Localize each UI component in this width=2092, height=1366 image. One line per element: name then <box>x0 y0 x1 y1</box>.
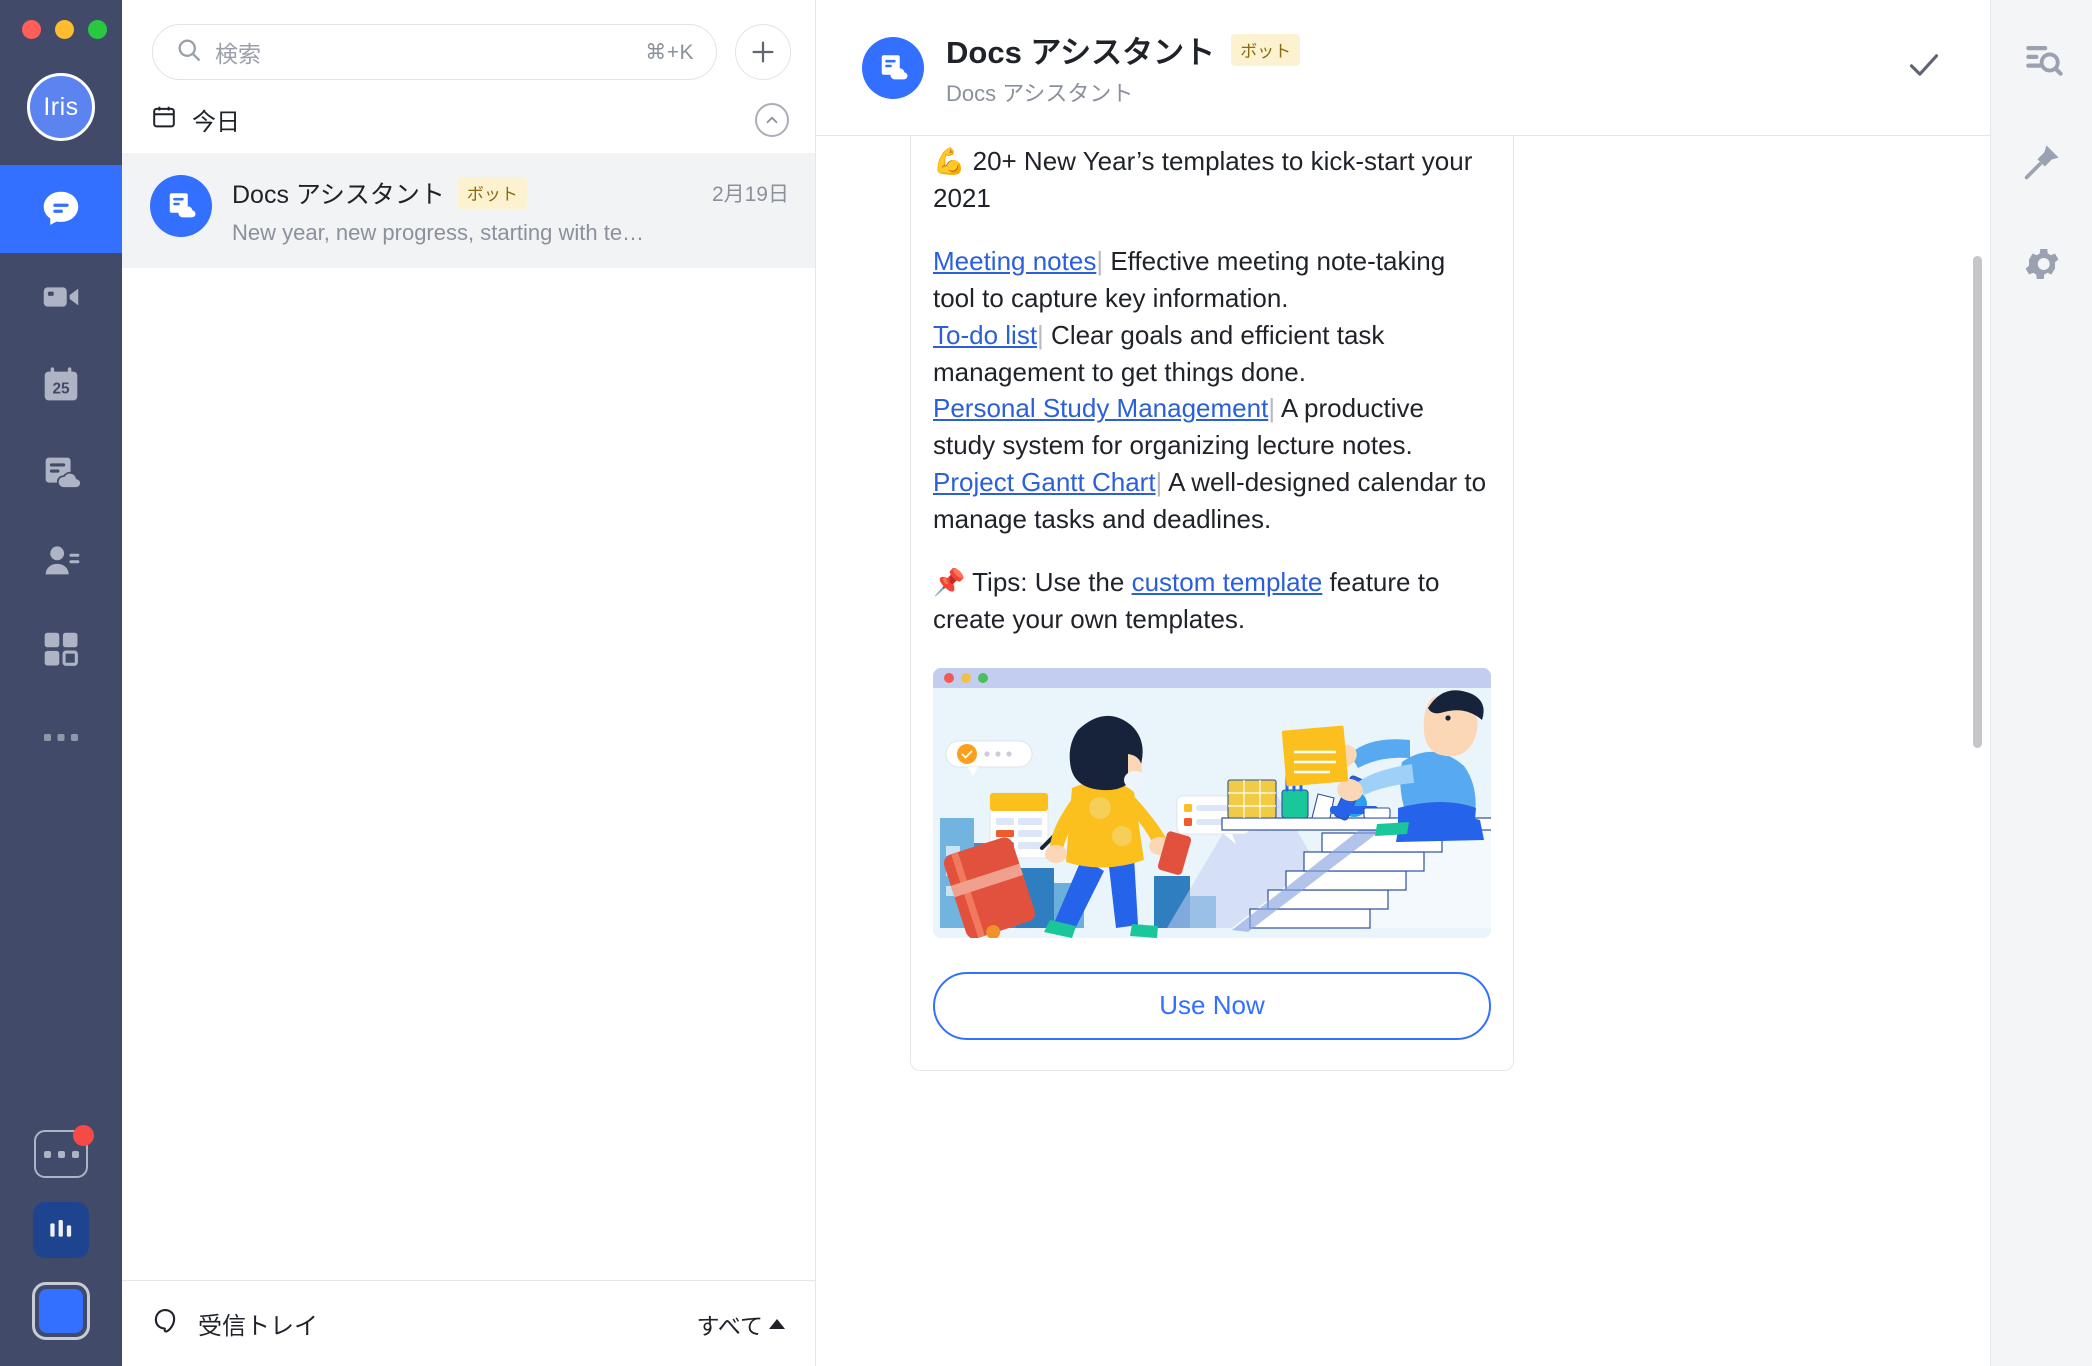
link-personal-study-management[interactable]: Personal Study Management <box>933 393 1268 423</box>
conversation-list-panel: 検索 ⌘+K 今日 Docs アシスタント ボット 2月19日 New year… <box>122 0 816 1366</box>
avatar[interactable]: Iris <box>27 73 95 141</box>
left-rail: Iris 25 <box>0 0 122 1366</box>
avatar[interactable] <box>862 36 924 99</box>
message-scroll-area[interactable]: 💪 20+ New Year’s templates to kick-start… <box>816 136 1990 1366</box>
sidebar-item-workplace[interactable] <box>0 605 122 693</box>
link-project-gantt-chart[interactable]: Project Gantt Chart <box>933 467 1156 497</box>
window-traffic-lights <box>0 0 122 39</box>
message-body: 💪 20+ New Year’s templates to kick-start… <box>933 136 1491 638</box>
separator-0: | <box>1096 245 1104 276</box>
link-meeting-notes[interactable]: Meeting notes <box>933 246 1096 276</box>
inbox-label: 受信トレイ <box>198 1313 318 1340</box>
sidebar-item-video[interactable] <box>0 253 122 341</box>
docs-cloud-icon <box>38 450 84 496</box>
gear-icon[interactable] <box>2012 234 2072 294</box>
app-window: Iris 25 検索 ⌘+K 今日 Docs アシスタント ボット 2月19日 … <box>0 0 2092 1366</box>
template-list: Meeting notes| Effective meeting note-ta… <box>933 243 1491 538</box>
search-shortcut: ⌘+K <box>645 40 694 64</box>
chat-icon <box>38 186 84 232</box>
sidebar-item-contacts[interactable] <box>0 517 122 605</box>
chat-header: Docs アシスタント ボット Docs アシスタント <box>816 0 1990 136</box>
status-badge: ボット <box>1231 33 1301 66</box>
search-in-chat-icon[interactable] <box>2012 30 2072 90</box>
collapse-section-button[interactable] <box>755 102 789 137</box>
avatar-initials: Iris <box>27 73 95 141</box>
maximize-window-button[interactable] <box>88 20 107 39</box>
separator-1: | <box>1037 319 1044 350</box>
sidebar-item-docs[interactable] <box>0 429 122 517</box>
search-input[interactable]: 検索 ⌘+K <box>152 24 717 80</box>
list-item-date: 2月19日 <box>711 183 789 206</box>
more-apps-icon[interactable] <box>34 1125 94 1178</box>
scrollbar-thumb[interactable] <box>1973 256 1982 748</box>
sidebar-item-chat[interactable] <box>0 165 122 253</box>
message-card: 💪 20+ New Year’s templates to kick-start… <box>910 136 1514 1071</box>
link-todo-list[interactable]: To-do list <box>933 320 1037 350</box>
list-item-body: Docs アシスタント ボット 2月19日 New year, new prog… <box>232 175 789 246</box>
list-item[interactable]: Docs アシスタント ボット 2月19日 New year, new prog… <box>122 153 815 268</box>
apps-grid-icon <box>38 626 84 672</box>
headline-text: 20+ New Year’s templates to kick-start y… <box>933 146 1473 213</box>
svg-text:25: 25 <box>52 380 70 397</box>
caret-up-icon <box>769 1318 785 1329</box>
rail-nav: 25 <box>0 165 122 781</box>
link-custom-template[interactable]: custom template <box>1132 567 1323 597</box>
calendar-icon: 25 <box>38 362 84 408</box>
video-icon <box>38 274 84 320</box>
more-dots-icon <box>38 727 84 747</box>
list-item-title: Docs アシスタント <box>232 181 445 209</box>
today-section-header: 今日 <box>122 80 815 153</box>
inbox-icon <box>150 1306 180 1341</box>
message-headline: 💪 20+ New Year’s templates to kick-start… <box>933 143 1491 217</box>
check-icon[interactable] <box>1904 45 1944 90</box>
list-item-top: Docs アシスタント ボット 2月19日 <box>232 175 789 211</box>
chat-header-actions <box>1904 45 1944 90</box>
use-now-button[interactable]: Use Now <box>933 971 1491 1040</box>
new-chat-button[interactable] <box>735 24 791 80</box>
promo-illustration <box>933 667 1491 938</box>
flex-emoji-icon: 💪 <box>933 146 966 176</box>
analytics-app-icon[interactable] <box>33 1202 89 1258</box>
minimize-window-button[interactable] <box>55 20 74 39</box>
search-placeholder: 検索 <box>215 41 261 67</box>
sidebar-item-calendar[interactable]: 25 <box>0 341 122 429</box>
chat-title-block: Docs アシスタント ボット Docs アシスタント <box>946 27 1301 108</box>
right-rail <box>1990 0 2092 1366</box>
sidebar-item-more[interactable] <box>0 693 122 781</box>
message-tips: 📌 Tips: Use the custom template feature … <box>933 564 1491 638</box>
filter-button[interactable]: すべて <box>697 1307 785 1341</box>
tips-prefix: Tips: Use the <box>972 567 1132 598</box>
separator-3: | <box>1155 467 1163 498</box>
pin-icon[interactable] <box>2012 132 2072 192</box>
list-footer: 受信トレイ すべて <box>122 1280 815 1366</box>
pin-emoji-icon: 📌 <box>933 567 966 598</box>
message-column: 💪 20+ New Year’s templates to kick-start… <box>910 136 1514 1366</box>
search-icon <box>175 36 203 69</box>
list-item-snippet: New year, new progress, starting with te… <box>232 220 645 245</box>
calendar-small-icon <box>150 103 178 136</box>
today-label: 今日 <box>192 109 240 136</box>
selected-app-icon[interactable] <box>32 1282 90 1340</box>
search-row: 検索 ⌘+K <box>122 0 815 80</box>
status-badge: ボット <box>457 177 527 209</box>
chat-title-row: Docs アシスタント ボット <box>946 27 1301 72</box>
rail-bottom-apps <box>0 1125 122 1340</box>
separator-2: | <box>1268 393 1276 424</box>
close-window-button[interactable] <box>22 20 41 39</box>
chat-subtitle: Docs アシスタント <box>946 81 1134 106</box>
contacts-icon <box>38 538 84 584</box>
filter-label: すべて <box>696 1312 763 1339</box>
page-title: Docs アシスタント <box>946 35 1216 70</box>
notification-badge <box>73 1125 94 1146</box>
avatar <box>150 175 212 237</box>
chat-panel: Docs アシスタント ボット Docs アシスタント 💪 20+ New Ye… <box>816 0 1990 1366</box>
